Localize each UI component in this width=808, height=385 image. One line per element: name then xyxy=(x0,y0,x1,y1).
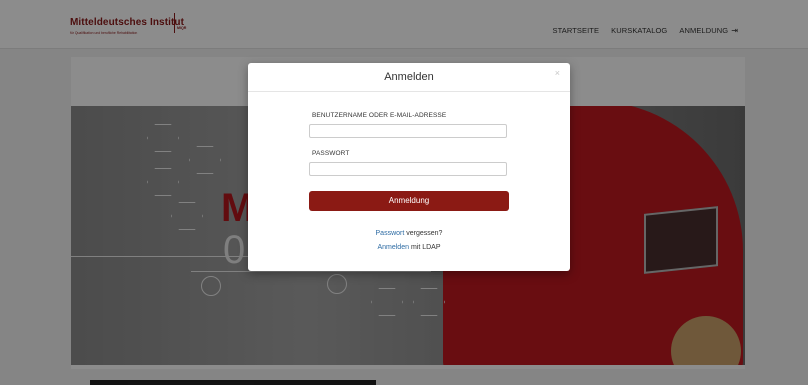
modal-title: Anmelden xyxy=(384,71,434,83)
forgot-password-text: vergessen? xyxy=(406,230,443,237)
modal-header: Anmelden × xyxy=(248,63,570,92)
ldap-login-row: Anmelden mit LDAP xyxy=(248,244,570,251)
close-icon[interactable]: × xyxy=(555,69,560,78)
login-modal: Anmelden × BENUTZERNAME ODER E-MAIL-ADRE… xyxy=(248,63,570,271)
password-input[interactable] xyxy=(309,162,507,176)
ldap-login-text: mit LDAP xyxy=(410,244,441,251)
username-label: BENUTZERNAME ODER E-MAIL-ADRESSE xyxy=(312,112,447,119)
username-input[interactable] xyxy=(309,124,507,138)
login-submit-button[interactable]: Anmeldung xyxy=(309,191,509,211)
password-label: PASSWORT xyxy=(312,150,350,157)
ldap-login-link[interactable]: Anmelden xyxy=(377,244,409,251)
forgot-password-row: Passwort vergessen? xyxy=(248,230,570,237)
forgot-password-link[interactable]: Passwort xyxy=(376,230,405,237)
